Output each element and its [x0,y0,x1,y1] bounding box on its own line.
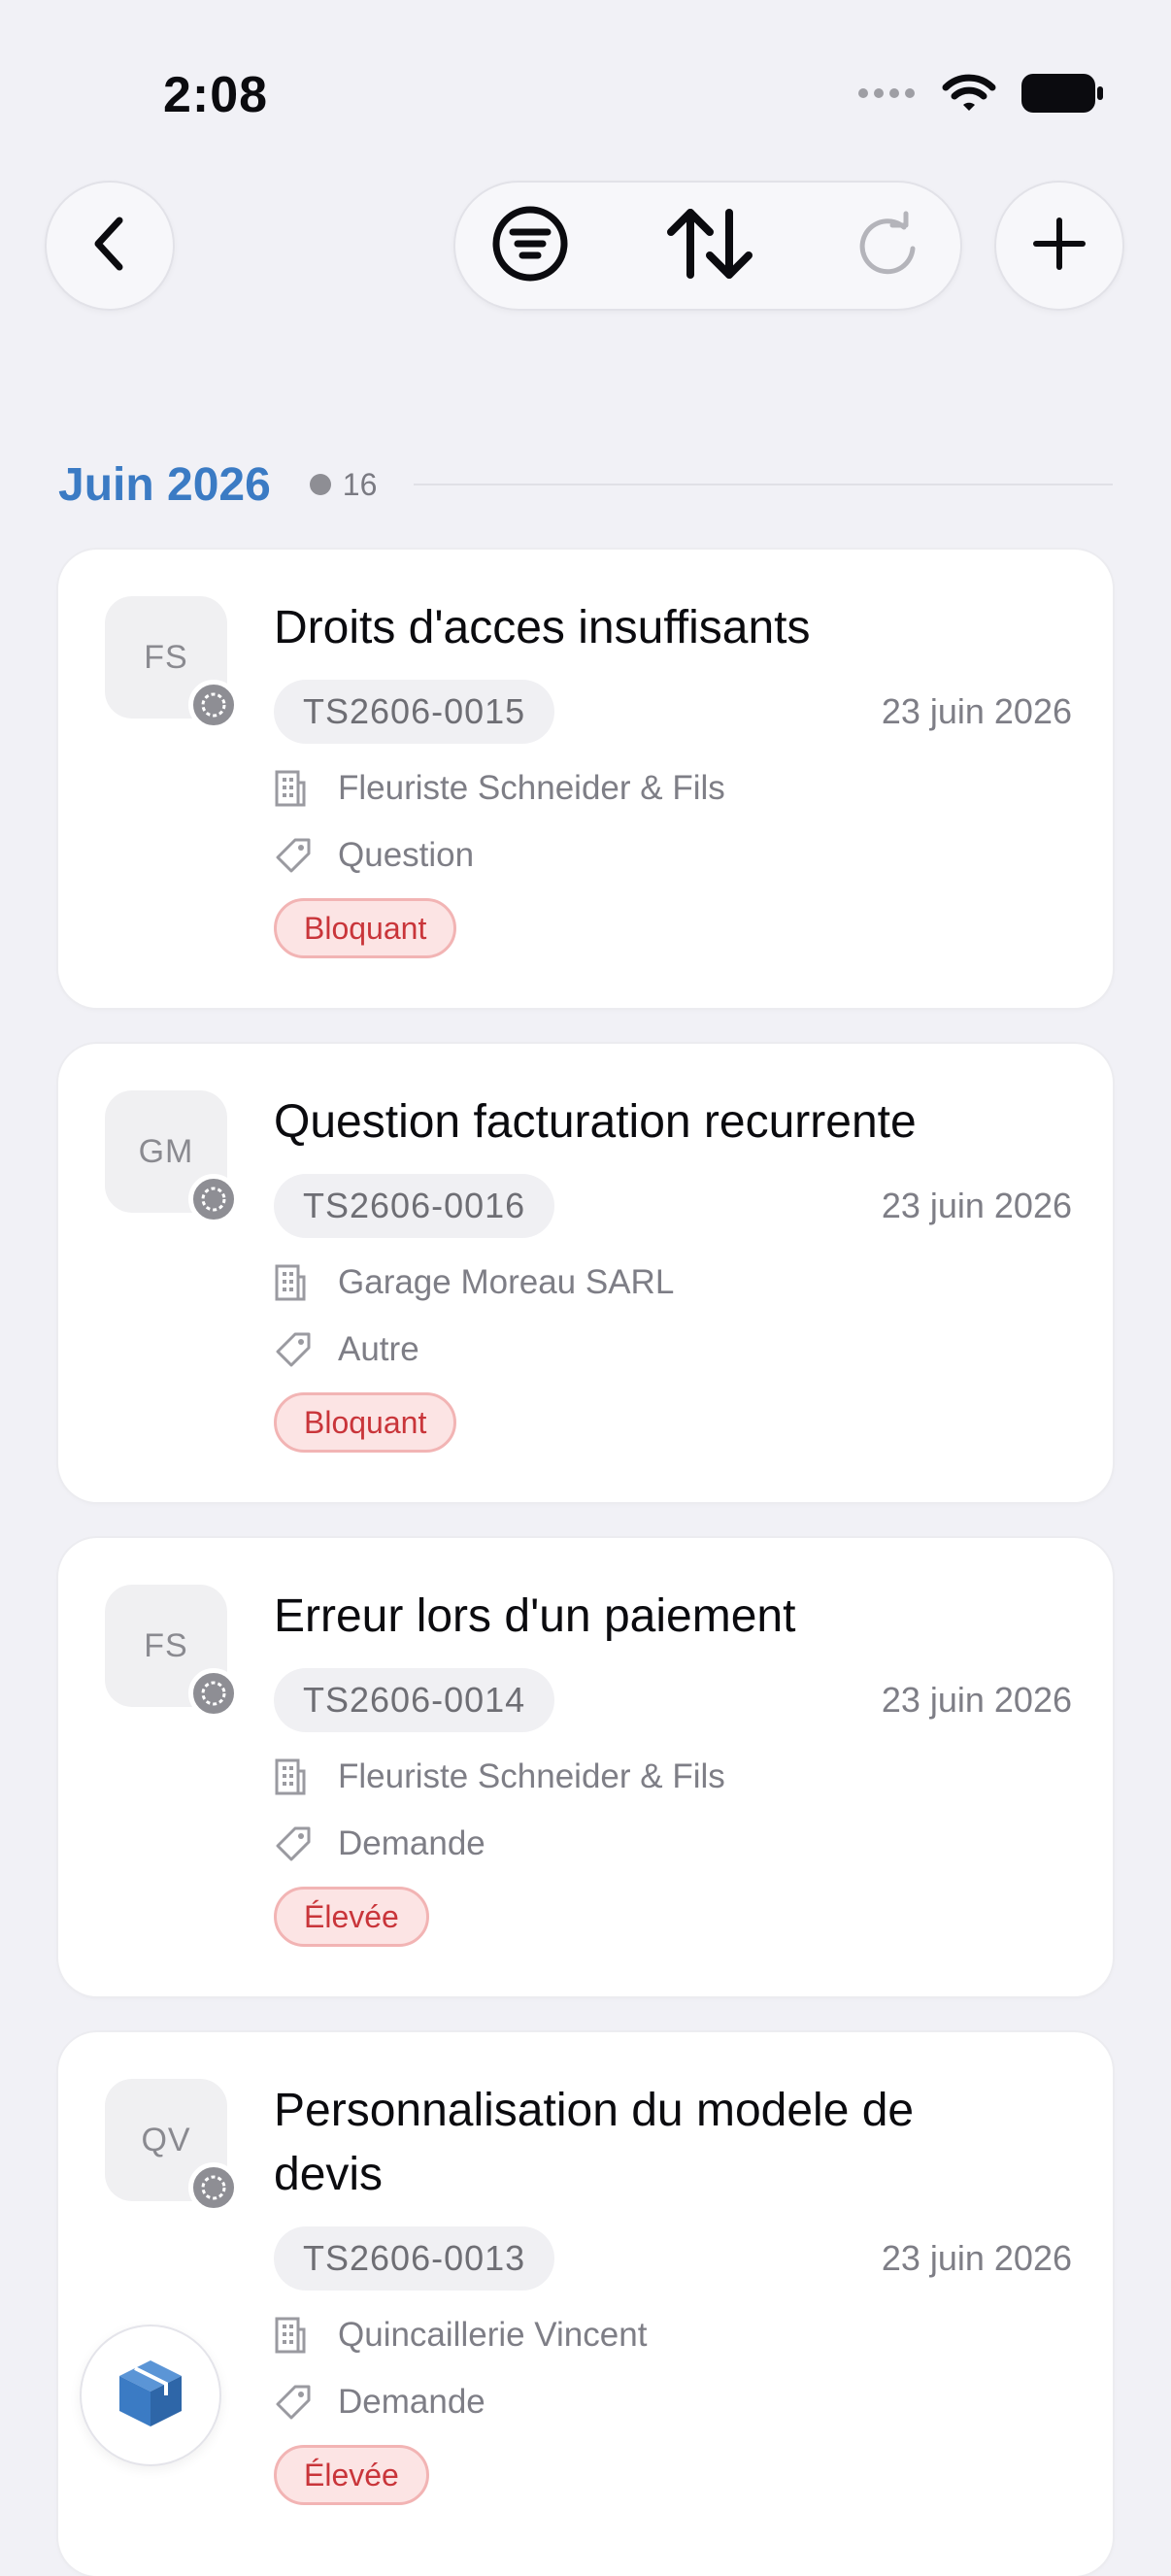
ticket-ref-row: TS2606-0015 23 juin 2026 [274,680,1072,744]
floating-app-button[interactable] [80,2325,221,2466]
priority-badge: Bloquant [274,1392,457,1453]
building-icon [274,1261,317,1304]
ticket-company-name: Quincaillerie Vincent [338,2316,648,2354]
ticket-company-name: Fleuriste Schneider & Fils [338,1757,725,1795]
plus-icon [1032,217,1087,276]
sort-button[interactable] [647,183,773,309]
wifi-icon [942,73,996,118]
section-header: Juin 2026 16 [58,452,1113,517]
ticket-company: Fleuriste Schneider & Fils [274,1753,725,1801]
priority-badge: Élevée [274,1887,429,1947]
ticket-date: 23 juin 2026 [881,2238,1072,2278]
ticket-type: Demande [274,1820,485,1868]
refresh-button[interactable] [824,183,951,309]
section-title: Juin 2026 [58,458,271,511]
ticket-title: Personnalisation du modele de devis [274,2085,915,2200]
chevron-left-icon [88,215,131,278]
tag-icon [274,2381,317,2424]
ticket-date: 23 juin 2026 [881,1680,1072,1720]
add-button[interactable] [994,181,1124,311]
ticket-company: Garage Moreau SARL [274,1258,674,1307]
ticket-card[interactable]: QV Personnalisation du modele de devis T… [58,2032,1113,2576]
status-time: 2:08 [163,67,269,123]
ticket-ref-row: TS2606-0014 23 juin 2026 [274,1668,1072,1732]
cellular-signal-icon [856,86,917,105]
filter-button[interactable] [467,183,593,309]
ticket-company-name: Fleuriste Schneider & Fils [338,769,725,807]
ticket-reference: TS2606-0013 [274,2226,555,2291]
refresh-icon [853,210,921,283]
status-icons [856,68,1103,122]
pending-status-icon [188,680,239,730]
ticket-reference: TS2606-0016 [274,1174,555,1238]
pending-status-icon [188,2162,239,2213]
ticket-type: Demande [274,2378,485,2426]
ticket-type-label: Demande [338,2383,485,2421]
back-button[interactable] [45,181,175,311]
priority-badge: Élevée [274,2445,429,2505]
count-dot-icon [309,474,331,495]
ticket-card[interactable]: FS Droits d'acces insuffisants TS2606-00… [58,550,1113,1008]
ticket-type: Question [274,831,474,880]
ticket-title: Question facturation recurrente [274,1096,917,1148]
pending-status-icon [188,1668,239,1719]
ticket-type: Autre [274,1325,419,1374]
toolbar-actions [453,181,962,311]
tag-icon [274,1328,317,1371]
pending-status-icon [188,1174,239,1224]
tag-icon [274,834,317,877]
ticket-title: Erreur lors d'un paiement [274,1590,796,1642]
sort-arrows-icon [663,205,756,287]
ticket-ref-row: TS2606-0013 23 juin 2026 [274,2226,1072,2291]
ticket-card[interactable]: GM Question facturation recurrente TS260… [58,1044,1113,1502]
ticket-card[interactable]: FS Erreur lors d'un paiement TS2606-0014… [58,1538,1113,1996]
ticket-date: 23 juin 2026 [881,1186,1072,1225]
ticket-title: Droits d'acces insuffisants [274,602,811,653]
building-icon [274,2314,317,2357]
filter-icon [491,205,569,287]
ticket-company: Quincaillerie Vincent [274,2311,647,2359]
building-icon [274,767,317,810]
ticket-company-name: Garage Moreau SARL [338,1263,675,1301]
status-bar: 2:08 [0,0,1171,155]
ticket-date: 23 juin 2026 [881,691,1072,731]
ticket-type-label: Demande [338,1824,485,1862]
section-divider [414,484,1113,485]
section-count-value: 16 [342,466,378,502]
ticket-company: Fleuriste Schneider & Fils [274,764,725,813]
section-count: 16 [309,466,378,503]
ticket-ref-row: TS2606-0016 23 juin 2026 [274,1174,1072,1238]
box-icon [116,2357,185,2435]
priority-badge: Bloquant [274,898,457,958]
ticket-type-label: Autre [338,1330,419,1368]
ticket-type-label: Question [338,836,475,874]
ticket-reference: TS2606-0014 [274,1668,555,1732]
ticket-reference: TS2606-0015 [274,680,555,744]
building-icon [274,1756,317,1798]
battery-icon [1021,73,1103,117]
tag-icon [274,1823,317,1865]
